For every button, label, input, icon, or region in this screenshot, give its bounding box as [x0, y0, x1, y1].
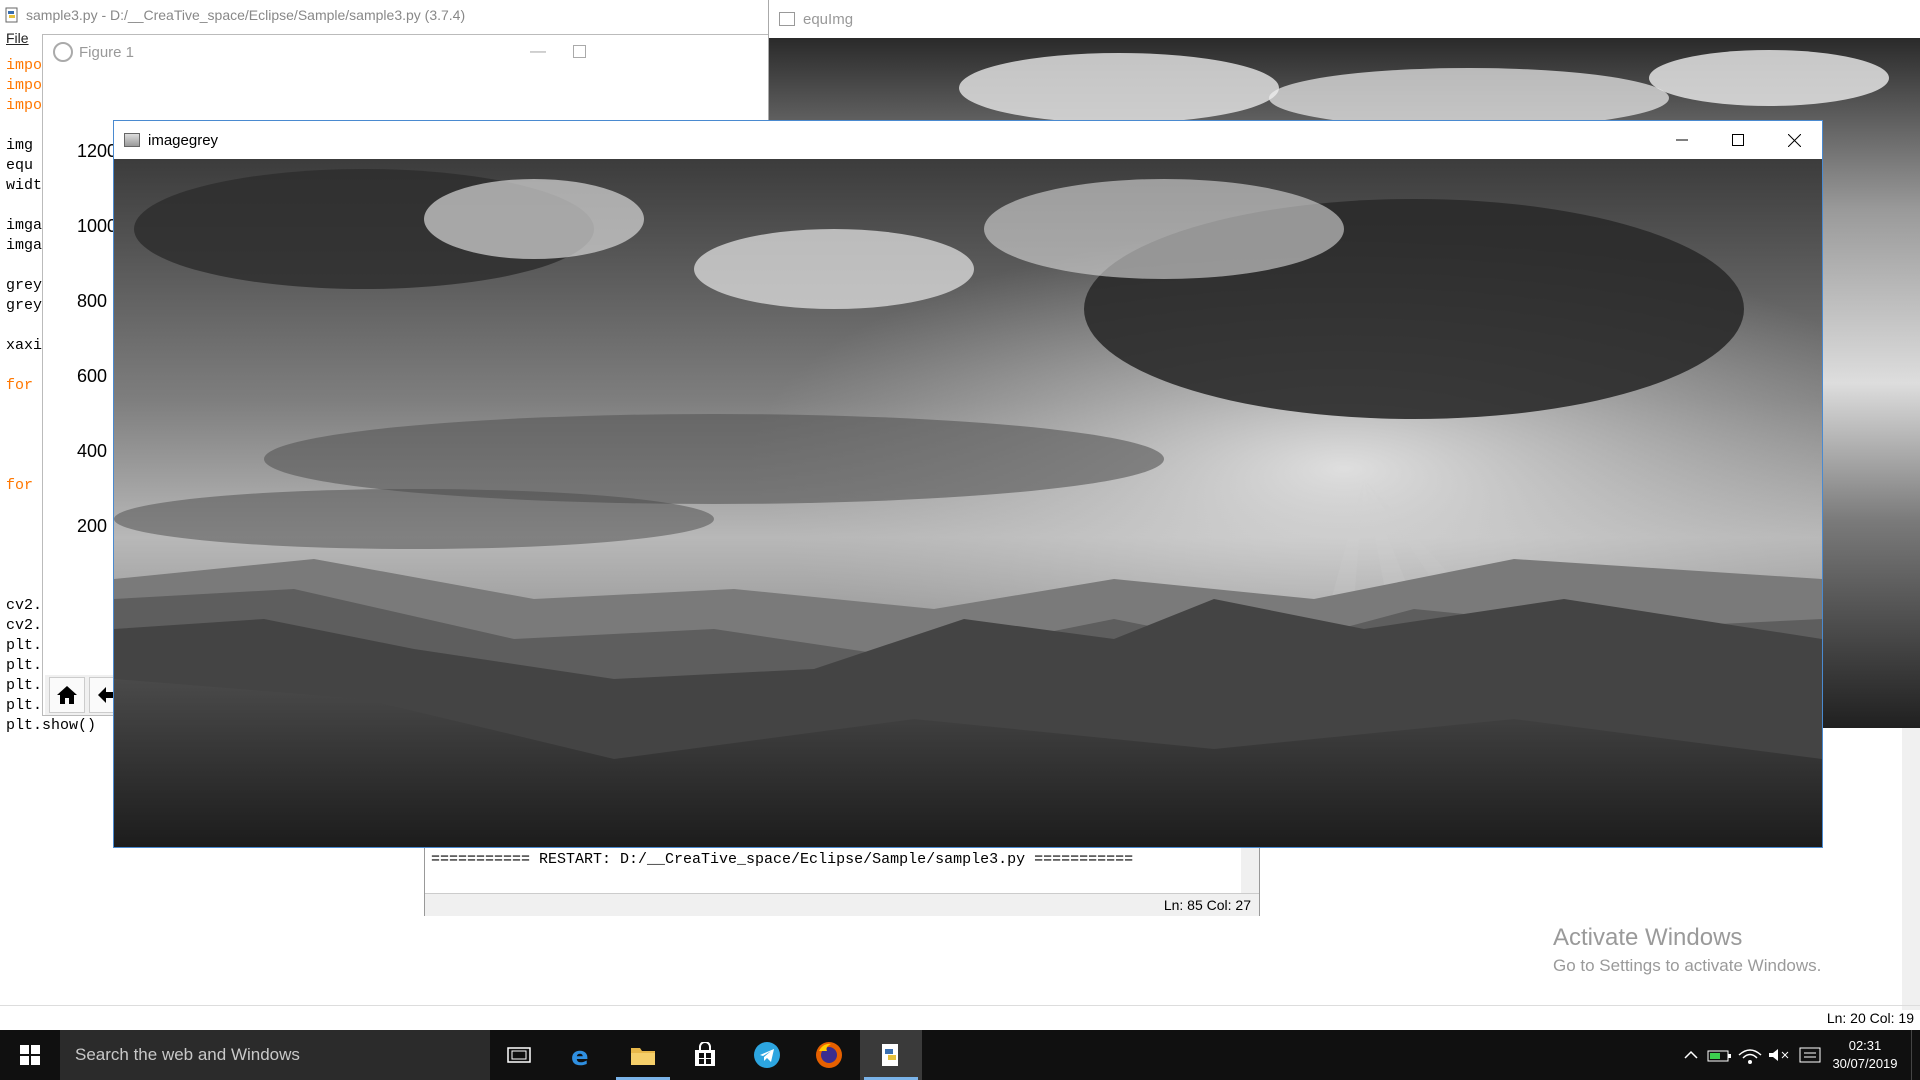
- idle-taskbar-button[interactable]: [860, 1030, 922, 1080]
- minimize-button[interactable]: [1654, 121, 1710, 159]
- matplotlib-logo-icon: [53, 42, 73, 62]
- y-tick-label: 1000: [77, 216, 118, 236]
- watermark-title: Activate Windows: [1553, 924, 1743, 951]
- idle-titlebar[interactable]: sample3.py - D:/__CreaTive_space/Eclipse…: [0, 0, 770, 30]
- python-file-icon: [882, 1044, 898, 1066]
- maximize-button[interactable]: [1710, 121, 1766, 159]
- wifi-icon[interactable]: [1735, 1045, 1765, 1065]
- idle-title-text: sample3.py - D:/__CreaTive_space/Eclipse…: [26, 7, 466, 23]
- file-explorer-taskbar-button[interactable]: [612, 1030, 674, 1080]
- greyscale-landscape-image: [114, 159, 1822, 847]
- equimg-titlebar[interactable]: equImg: [769, 0, 1920, 38]
- home-icon: [57, 686, 77, 704]
- minimize-icon: [1676, 139, 1688, 141]
- shell-restart-line: =========== RESTART: D:/__CreaTive_space…: [431, 851, 1134, 868]
- task-view-button[interactable]: [488, 1030, 550, 1080]
- activate-windows-watermark: Activate Windows Go to Settings to activ…: [1553, 924, 1821, 976]
- clock-date: 30/07/2019: [1832, 1056, 1898, 1071]
- menu-file[interactable]: File: [6, 30, 29, 46]
- home-button[interactable]: [49, 677, 85, 713]
- y-tick-label: 800: [77, 291, 108, 311]
- window-icon: [124, 133, 140, 147]
- y-tick-label: 600: [77, 366, 108, 386]
- y-tick-label: 200: [77, 516, 108, 536]
- firefox-icon: [816, 1042, 842, 1068]
- edge-icon: e: [571, 1042, 589, 1068]
- show-desktop-button[interactable]: [1911, 1030, 1920, 1080]
- notifications-icon[interactable]: [1795, 1045, 1825, 1065]
- figure-titlebar[interactable]: Figure 1: [43, 35, 778, 69]
- telegram-icon: [754, 1042, 780, 1068]
- store-taskbar-button[interactable]: [674, 1030, 736, 1080]
- shell-status-bar: Ln: 85 Col: 27: [425, 893, 1259, 916]
- clock-time: 02:31: [1848, 1038, 1882, 1053]
- task-view-icon: [507, 1047, 531, 1063]
- editor-status: Ln: 20 Col: 19: [1826, 1010, 1914, 1026]
- windows-logo-icon: [20, 1045, 40, 1065]
- folder-icon: [631, 1048, 655, 1065]
- imagegrey-title: imagegrey: [148, 131, 219, 149]
- window-icon: [779, 12, 795, 26]
- taskbar: Search the web and Windows e 02:31 30/07…: [0, 1030, 1920, 1080]
- y-tick-label: 400: [77, 441, 108, 461]
- figure-title: Figure 1: [79, 43, 135, 61]
- volume-muted-icon[interactable]: [1765, 1045, 1795, 1065]
- search-placeholder: Search the web and Windows: [75, 1045, 300, 1064]
- equimg-title: equImg: [803, 10, 854, 28]
- python-shell-window: =========== RESTART: D:/__CreaTive_space…: [424, 846, 1260, 916]
- idle-menubar: File: [0, 30, 29, 50]
- svg-text:e: e: [571, 1042, 589, 1068]
- taskbar-search-box[interactable]: Search the web and Windows: [60, 1030, 490, 1080]
- editor-status-divider: [0, 1005, 1920, 1006]
- close-icon: [1787, 133, 1801, 147]
- store-icon: [695, 1042, 715, 1066]
- shell-scrollbar[interactable]: [1241, 847, 1259, 893]
- chevron-up-icon[interactable]: [1677, 1045, 1705, 1065]
- maximize-icon: [1732, 134, 1744, 146]
- edge-taskbar-button[interactable]: e: [550, 1030, 612, 1080]
- code-line: plt.show(): [6, 717, 97, 734]
- telegram-taskbar-button[interactable]: [736, 1030, 798, 1080]
- close-button[interactable]: [1766, 121, 1822, 159]
- firefox-taskbar-button[interactable]: [798, 1030, 860, 1080]
- start-button[interactable]: [0, 1030, 60, 1080]
- watermark-subtitle: Go to Settings to activate Windows.: [1553, 956, 1822, 975]
- battery-icon[interactable]: [1705, 1045, 1735, 1065]
- imagegrey-window: imagegrey: [113, 120, 1823, 848]
- clock[interactable]: 02:31 30/07/2019: [1825, 1037, 1905, 1073]
- shell-status: Ln: 85 Col: 27: [1163, 897, 1251, 913]
- maximize-icon[interactable]: [573, 45, 586, 58]
- minimize-icon[interactable]: —: [530, 43, 546, 61]
- python-file-icon: [5, 7, 18, 23]
- system-tray: 02:31 30/07/2019: [1677, 1030, 1920, 1080]
- imagegrey-titlebar[interactable]: imagegrey: [114, 121, 1822, 159]
- y-tick-label: 1200: [77, 141, 118, 161]
